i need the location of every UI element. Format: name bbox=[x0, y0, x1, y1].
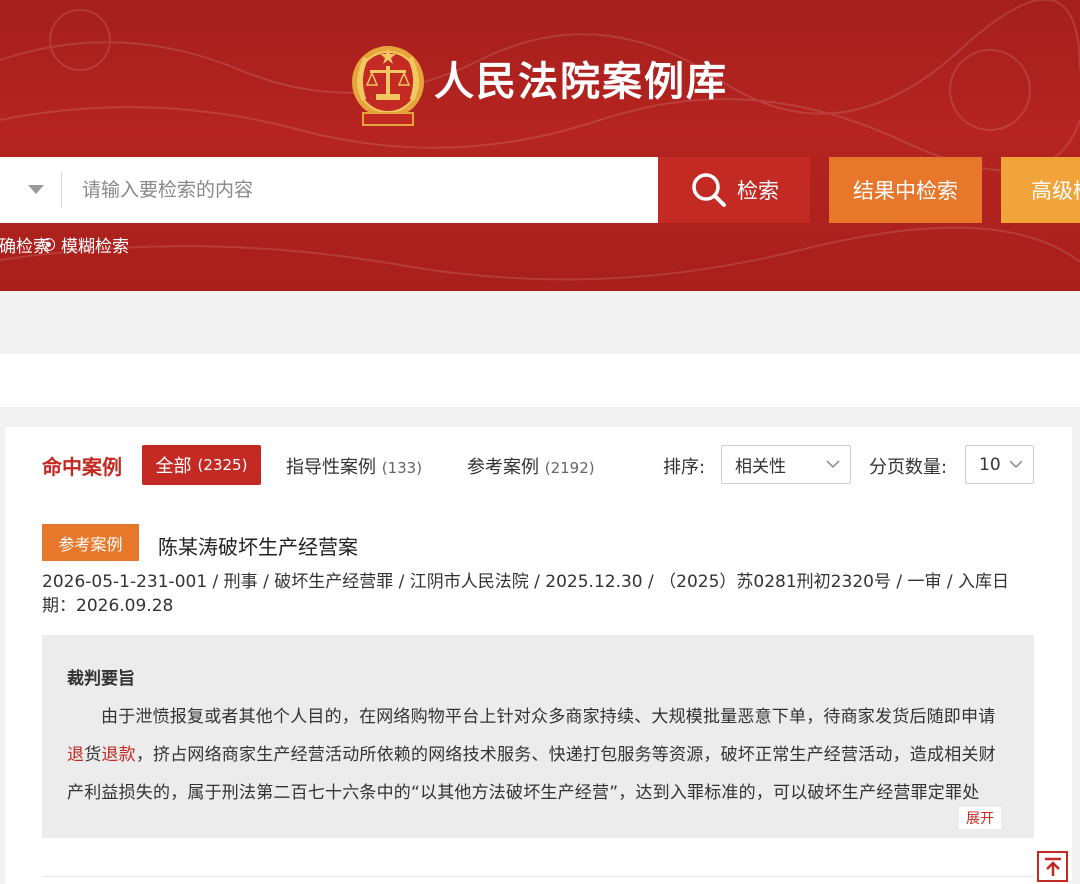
sort-select-value: 相关性 bbox=[735, 457, 786, 477]
radio-selected-icon[interactable] bbox=[42, 238, 55, 251]
result-divider bbox=[42, 876, 1034, 877]
advanced-search-button[interactable]: 高级检索 bbox=[1001, 157, 1080, 223]
case-type-badge: 参考案例 bbox=[42, 524, 139, 561]
case-metadata: 2026-05-1-231-001 / 刑事 / 破坏生产经营罪 / 江阴市人民… bbox=[42, 572, 1010, 616]
summary-text-part: 由于泄愤报复或者其他个人目的，在网络购物平台上针对众多商家持续、大规模批量恶意下… bbox=[101, 707, 996, 727]
tab-guiding-cases[interactable]: 指导性案例 (133) bbox=[286, 453, 422, 479]
search-within-results-button[interactable]: 结果中检索 bbox=[829, 157, 982, 223]
tab-reference-cases[interactable]: 参考案例 (2192) bbox=[467, 453, 595, 479]
summary-heading: 裁判要旨 bbox=[67, 669, 135, 689]
header-banner: 人民法院案例库 bbox=[0, 0, 1080, 291]
expand-button[interactable]: 展开 bbox=[959, 807, 1001, 829]
court-emblem-icon bbox=[352, 46, 424, 126]
tab-all-label: 全部 bbox=[155, 456, 192, 477]
tab-reference-label: 参考案例 bbox=[467, 457, 539, 478]
back-to-top-button[interactable] bbox=[1037, 851, 1068, 882]
header-pattern bbox=[0, 0, 1080, 281]
highlight-term: 退 bbox=[67, 745, 85, 765]
tab-guiding-label: 指导性案例 bbox=[286, 457, 376, 478]
filter-band bbox=[0, 291, 1080, 354]
page-size-label: 分页数量: bbox=[869, 457, 948, 478]
page-size-select[interactable]: 10 bbox=[965, 445, 1034, 484]
sort-label: 排序: bbox=[663, 457, 706, 478]
search-button[interactable]: 检索 bbox=[658, 157, 810, 223]
mode-fuzzy-label: 模糊检索 bbox=[61, 237, 129, 257]
tab-all-count: (2325) bbox=[197, 456, 248, 474]
search-separator bbox=[61, 172, 62, 208]
gap-band bbox=[0, 407, 1080, 427]
results-card: 命中案例 全部 (2325) 指导性案例 (133) 参考案例 (2192) 排… bbox=[5, 427, 1072, 884]
hits-title: 命中案例 bbox=[42, 455, 122, 479]
mode-fuzzy-option[interactable]: 模糊检索 bbox=[42, 232, 129, 257]
site-title: 人民法院案例库 bbox=[434, 58, 728, 105]
case-summary-box: 裁判要旨 由于泄愤报复或者其他个人目的，在网络购物平台上针对众多商家持续、大规模… bbox=[42, 635, 1034, 838]
blank-band bbox=[0, 354, 1080, 407]
summary-text: 由于泄愤报复或者其他个人目的，在网络购物平台上针对众多商家持续、大规模批量恶意下… bbox=[67, 698, 999, 812]
back-to-top-icon bbox=[1044, 857, 1061, 876]
chevron-down-icon bbox=[826, 460, 840, 469]
search-button-label: 检索 bbox=[737, 179, 779, 203]
tab-guiding-count: (133) bbox=[381, 459, 423, 477]
search-icon bbox=[692, 173, 726, 207]
summary-text-part: 货 bbox=[84, 745, 102, 765]
highlight-term: 退款 bbox=[101, 745, 136, 765]
search-scope-dropdown[interactable] bbox=[28, 185, 44, 194]
search-box bbox=[0, 157, 658, 223]
case-title-link[interactable]: 陈某涛破坏生产经营案 bbox=[158, 531, 358, 560]
tab-all[interactable]: 全部 (2325) bbox=[142, 445, 261, 485]
chevron-down-icon bbox=[1009, 460, 1023, 469]
tab-reference-count: (2192) bbox=[544, 459, 595, 477]
sort-select[interactable]: 相关性 bbox=[721, 445, 851, 484]
page-size-value: 10 bbox=[979, 454, 1001, 475]
search-input[interactable] bbox=[70, 169, 650, 211]
summary-text-part: ，挤占网络商家生产经营活动所依赖的网络技术服务、快递打包服务等资源，破坏正常生产… bbox=[67, 745, 996, 803]
